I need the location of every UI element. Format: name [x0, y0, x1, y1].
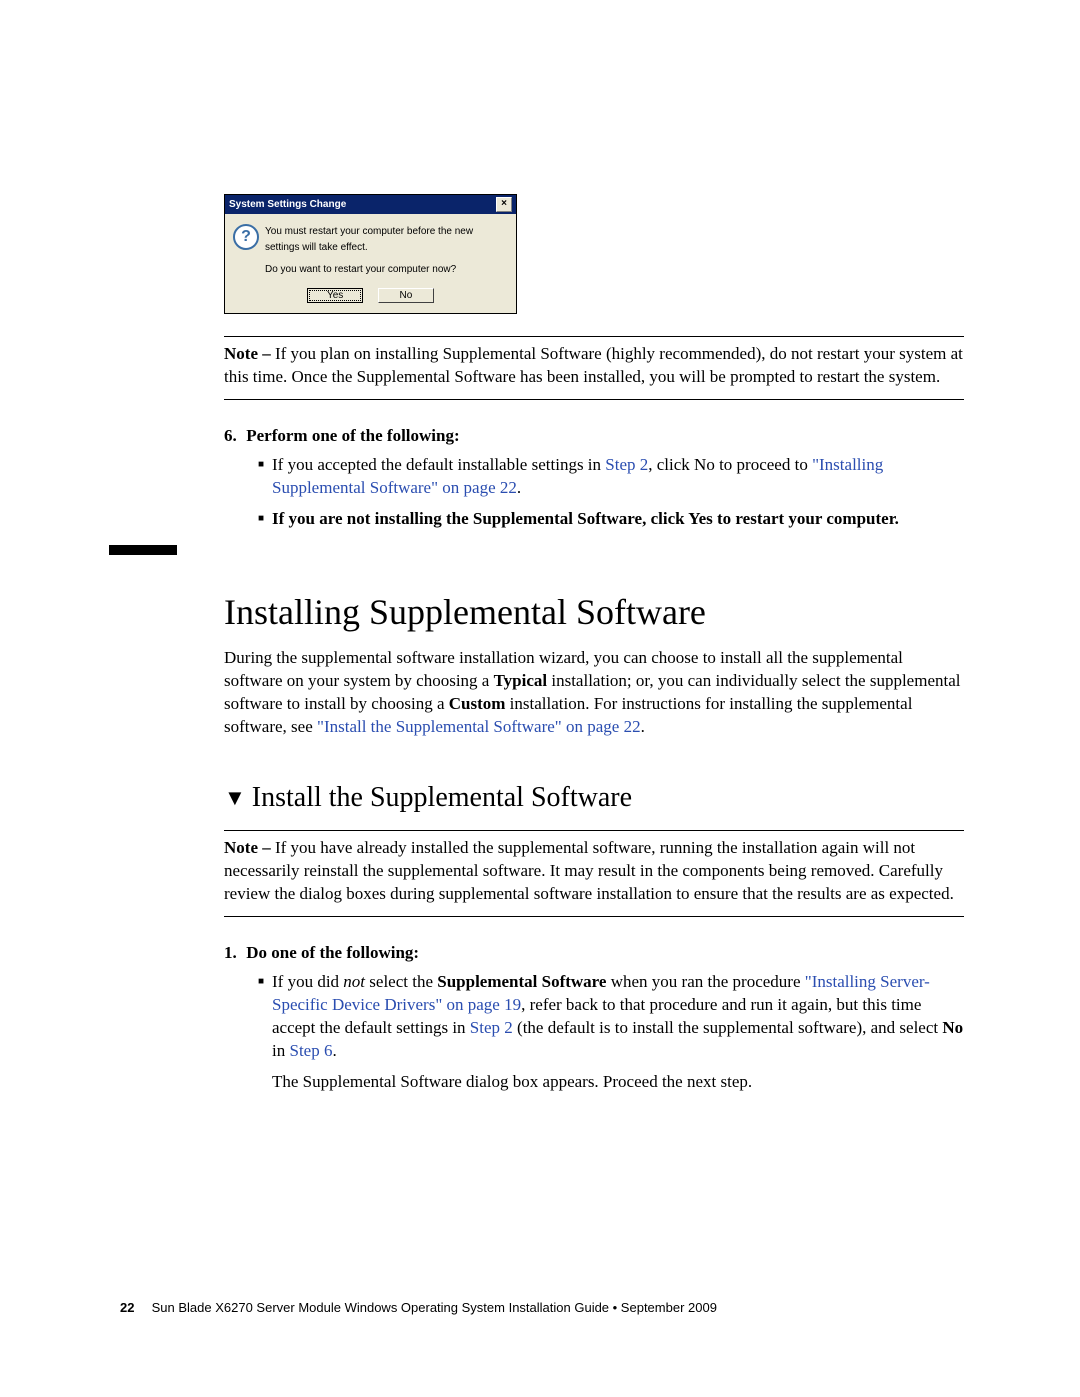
dialog-title-text: System Settings Change: [229, 199, 346, 210]
note-text: If you have already installed the supple…: [224, 838, 954, 903]
step-6-bullets: ■ If you accepted the default installabl…: [258, 454, 964, 531]
yes-button[interactable]: Yes: [307, 288, 363, 303]
bullet-item: ■ If you are not installing the Suppleme…: [258, 508, 964, 531]
step-number: 1.: [224, 943, 242, 963]
dialog-buttons: Yes No: [225, 284, 516, 313]
triangle-icon: ▼: [224, 785, 246, 811]
bullet-text-bold: If you are not installing the Supplement…: [272, 508, 964, 531]
close-icon[interactable]: ×: [496, 197, 512, 212]
question-icon: ?: [233, 224, 259, 278]
intro-paragraph: During the supplemental software install…: [224, 647, 964, 739]
heading-installing-supplemental: Installing Supplemental Software: [224, 591, 964, 633]
heading-bar: [109, 545, 177, 555]
note-2: Note – If you have already installed the…: [224, 837, 964, 906]
page: System Settings Change × ? You must rest…: [0, 0, 1080, 1397]
step-1: 1. Do one of the following:: [224, 943, 964, 963]
note-1: Note – If you plan on installing Supplem…: [224, 343, 964, 389]
step-number: 6.: [224, 426, 242, 446]
content-column: System Settings Change × ? You must rest…: [224, 194, 964, 1102]
dialog-body: ? You must restart your computer before …: [225, 214, 516, 284]
page-number: 22: [120, 1300, 148, 1315]
bullet-item: ■ If you accepted the default installabl…: [258, 454, 964, 500]
dialog-message: You must restart your computer before th…: [265, 224, 508, 278]
note-text: If you plan on installing Supplemental S…: [224, 344, 963, 386]
footer-text: Sun Blade X6270 Server Module Windows Op…: [152, 1300, 717, 1315]
link-step-6[interactable]: Step 6: [289, 1041, 332, 1060]
followup-text: The Supplemental Software dialog box app…: [272, 1071, 964, 1094]
step-text: Perform one of the following:: [246, 426, 459, 445]
no-button[interactable]: No: [378, 288, 434, 303]
note-label: Note –: [224, 838, 271, 857]
bullet-icon: ■: [258, 508, 272, 531]
system-settings-dialog: System Settings Change × ? You must rest…: [224, 194, 517, 314]
note2-rule-top: [224, 830, 964, 831]
link-install-supplemental[interactable]: "Install the Supplemental Software" on p…: [317, 717, 641, 736]
bullet-text: If you accepted the default installable …: [272, 454, 964, 500]
step-text: Do one of the following:: [246, 943, 419, 962]
note-label: Note –: [224, 344, 271, 363]
step-6: 6. Perform one of the following:: [224, 426, 964, 446]
dialog-line-1: You must restart your computer before th…: [265, 224, 508, 256]
bullet-icon: ■: [258, 454, 272, 500]
dialog-titlebar: System Settings Change ×: [225, 195, 516, 214]
bullet-icon: ■: [258, 971, 272, 1094]
note-rule-bottom: [224, 399, 964, 400]
link-step-2[interactable]: Step 2: [605, 455, 648, 474]
page-footer: 22 Sun Blade X6270 Server Module Windows…: [120, 1300, 717, 1315]
heading-install-supplemental: ▼Install the Supplemental Software: [224, 782, 964, 814]
link-step-2[interactable]: Step 2: [470, 1018, 513, 1037]
dialog-line-2: Do you want to restart your computer now…: [265, 262, 508, 278]
note2-rule-bottom: [224, 916, 964, 917]
bullet-item: ■ If you did not select the Supplemental…: [258, 971, 964, 1094]
note-rule-top: [224, 336, 964, 337]
bullet-text: If you did not select the Supplemental S…: [272, 971, 964, 1094]
step-1-bullets: ■ If you did not select the Supplemental…: [258, 971, 964, 1094]
